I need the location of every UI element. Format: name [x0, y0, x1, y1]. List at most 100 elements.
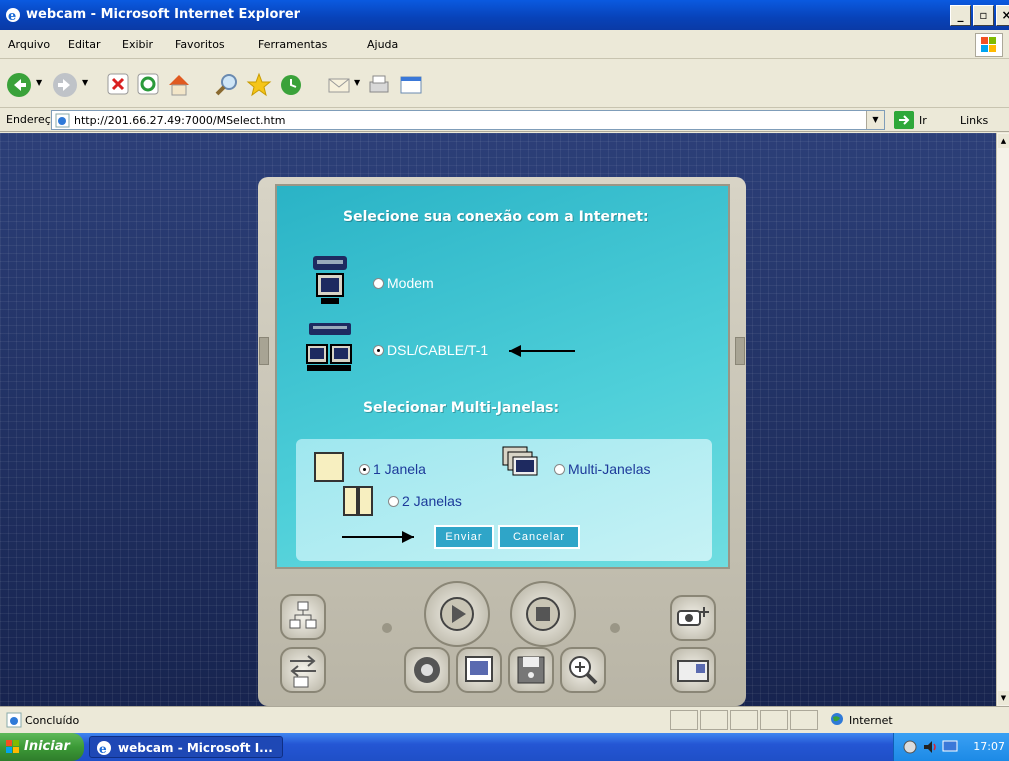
start-label: Iniciar	[24, 739, 70, 754]
home-icon[interactable]	[166, 72, 192, 98]
radio-modem-circle[interactable]	[373, 278, 384, 289]
security-zone: Internet	[849, 714, 893, 727]
go-arrow-icon[interactable]	[894, 111, 914, 129]
taskbar-item-label: webcam - Microsoft I...	[118, 741, 273, 755]
network-icon	[289, 601, 317, 629]
status-cell	[760, 710, 788, 730]
menu-ferramentas[interactable]: Ferramentas	[258, 38, 327, 51]
multi-window-heading: Selecionar Multi-Janelas:	[363, 400, 560, 416]
cancel-button[interactable]: Cancelar	[498, 525, 580, 549]
address-input[interactable]: http://201.66.27.49:7000/MSelect.htm ▼	[51, 110, 885, 130]
shutter-button[interactable]	[404, 647, 450, 693]
page-done-icon	[6, 712, 22, 728]
1-janela-label: 1 Janela	[373, 461, 426, 477]
favorites-icon[interactable]	[246, 72, 272, 98]
left-handle	[259, 337, 269, 365]
menu-exibir[interactable]: Exibir	[122, 38, 153, 51]
connection-screen: Selecione sua conexão com a Internet: Mo…	[275, 184, 730, 569]
monitor-tray-icon[interactable]	[942, 739, 958, 755]
snapshot-button[interactable]	[456, 647, 502, 693]
maximize-button[interactable]: ▫	[973, 5, 994, 26]
links-button[interactable]: Links	[960, 114, 988, 127]
forward-dropdown-icon[interactable]: ▼	[82, 78, 88, 87]
go-button-label[interactable]: Ir	[919, 114, 927, 127]
swap-button[interactable]	[280, 647, 326, 693]
camera-move-icon	[677, 607, 709, 626]
network-tray-icon[interactable]	[902, 739, 918, 755]
mail-dropdown-icon[interactable]: ▼	[354, 78, 360, 87]
radio-dsl-circle[interactable]	[373, 345, 384, 356]
ie-app-icon: e	[6, 8, 20, 24]
recorder-icon	[677, 660, 709, 682]
right-handle	[735, 337, 745, 365]
save-button[interactable]	[508, 647, 554, 693]
radio-2-janelas-circle[interactable]	[388, 496, 399, 507]
system-tray: 17:07	[893, 733, 1009, 761]
title-bar: e webcam - Microsoft Internet Explorer _…	[0, 0, 1009, 30]
svg-text:e: e	[8, 9, 16, 24]
submit-button[interactable]: Enviar	[434, 525, 494, 549]
camera-control-panel: Selecione sua conexão com a Internet: Mo…	[258, 177, 746, 706]
menu-ajuda[interactable]: Ajuda	[367, 38, 398, 51]
address-bar: Endereço http://201.66.27.49:7000/MSelec…	[0, 108, 1009, 132]
taskbar: Iniciar e webcam - Microsoft I... 17:07	[0, 733, 1009, 761]
mail-icon[interactable]	[326, 72, 352, 98]
radio-multi-janelas[interactable]: Multi-Janelas	[554, 461, 650, 477]
address-dropdown-icon[interactable]: ▼	[866, 111, 884, 129]
pointer-arrow-icon	[509, 345, 575, 357]
refresh-icon[interactable]	[136, 72, 160, 96]
status-text: Concluído	[25, 714, 80, 727]
address-label: Endereço	[6, 113, 58, 126]
address-url: http://201.66.27.49:7000/MSelect.htm	[74, 114, 286, 127]
radio-1-janela[interactable]: 1 Janela	[359, 461, 426, 477]
zoom-button[interactable]	[560, 647, 606, 693]
edit-icon[interactable]	[398, 72, 424, 98]
stop-icon[interactable]	[106, 72, 130, 96]
single-window-icon	[314, 452, 344, 482]
aperture-icon	[414, 657, 440, 683]
status-cell	[670, 710, 698, 730]
radio-1-janela-circle[interactable]	[359, 464, 370, 475]
record-button[interactable]	[670, 647, 716, 693]
modem-label: Modem	[387, 275, 434, 291]
taskbar-item-webcam[interactable]: e webcam - Microsoft I...	[89, 736, 283, 758]
floppy-disk-icon	[517, 656, 545, 684]
back-icon[interactable]	[6, 72, 32, 98]
search-icon[interactable]	[214, 72, 240, 98]
scroll-up-icon[interactable]: ▲	[998, 134, 1009, 148]
network-button[interactable]	[280, 594, 326, 640]
ie-task-icon: e	[97, 741, 111, 756]
stop-button[interactable]	[510, 581, 576, 647]
radio-modem[interactable]: Modem	[373, 275, 434, 291]
radio-2-janelas[interactable]: 2 Janelas	[388, 493, 462, 509]
history-icon[interactable]	[278, 72, 304, 98]
monitor-icon	[465, 656, 493, 682]
volume-icon[interactable]	[922, 739, 938, 755]
page-icon	[55, 113, 70, 128]
menu-editar[interactable]: Editar	[68, 38, 101, 51]
camera-settings-button[interactable]	[670, 595, 716, 641]
radio-multi-janelas-circle[interactable]	[554, 464, 565, 475]
start-button[interactable]: Iniciar	[0, 733, 84, 761]
menu-arquivo[interactable]: Arquivo	[8, 38, 50, 51]
pointer-arrow-right-icon	[342, 531, 414, 543]
play-icon	[440, 597, 474, 631]
play-button[interactable]	[424, 581, 490, 647]
dsl-network-icon	[306, 323, 352, 371]
menu-favoritos[interactable]: Favoritos	[175, 38, 225, 51]
svg-text:e: e	[99, 742, 107, 756]
minimize-button[interactable]: _	[950, 5, 971, 26]
status-cell	[730, 710, 758, 730]
close-button[interactable]: ×	[996, 5, 1009, 26]
connection-heading: Selecione sua conexão com a Internet:	[343, 209, 649, 225]
vertical-scrollbar[interactable]: ▲ ▼	[996, 133, 1009, 706]
print-icon[interactable]	[366, 72, 392, 98]
radio-dsl[interactable]: DSL/CABLE/T-1	[373, 342, 488, 358]
clock: 17:07	[973, 740, 1005, 753]
menu-bar: Arquivo Editar Exibir Favoritos Ferramen…	[0, 30, 1009, 59]
status-cell	[790, 710, 818, 730]
indicator-dot-left	[382, 623, 392, 633]
back-dropdown-icon[interactable]: ▼	[36, 78, 42, 87]
scroll-down-icon[interactable]: ▼	[998, 691, 1009, 705]
forward-icon[interactable]	[52, 72, 78, 98]
